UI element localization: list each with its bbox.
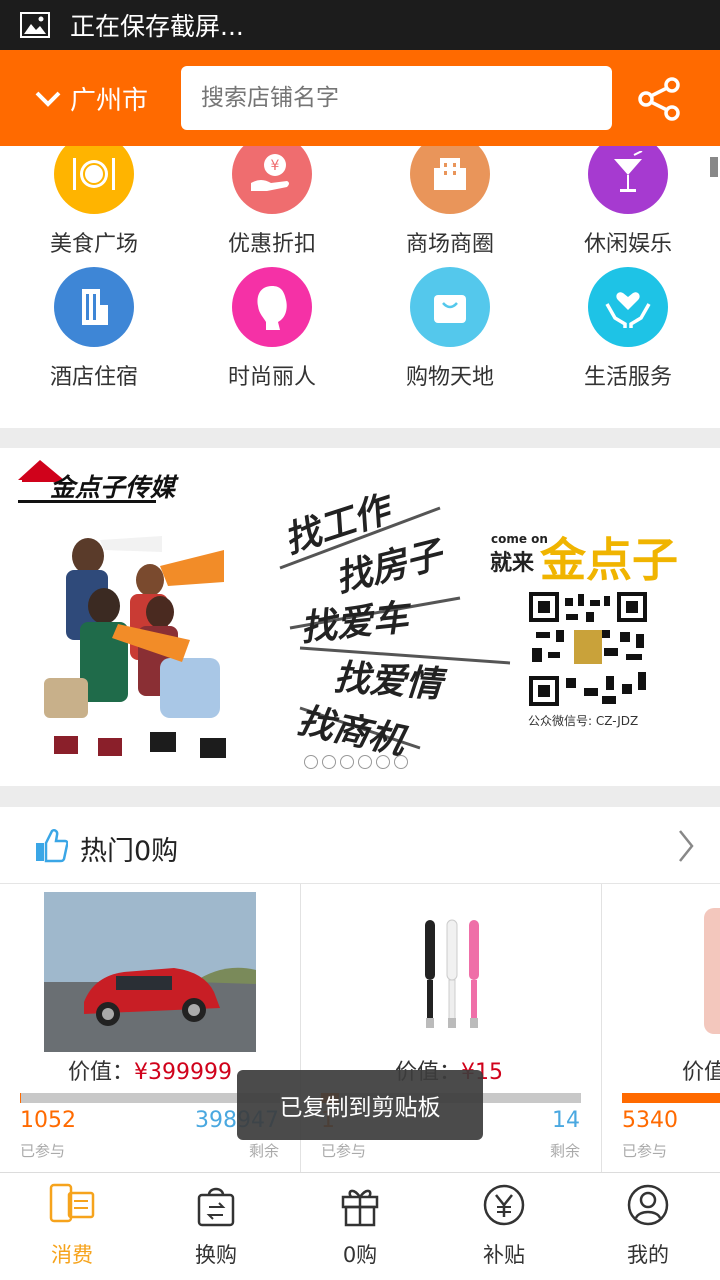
tab-zero-buy[interactable]: 0购 (288, 1173, 432, 1280)
joined-count: 5340 (622, 1108, 678, 1133)
carousel-dot[interactable] (340, 755, 354, 769)
thumbs-up-icon (36, 828, 68, 863)
category-mall[interactable]: 商场商圈 (370, 146, 530, 258)
tab-exchange[interactable]: 换购 (144, 1173, 288, 1280)
joined-label: 已参与 (622, 1142, 668, 1160)
shopping-bag-icon (410, 267, 490, 347)
category-shopping[interactable]: 购物天地 (370, 267, 530, 391)
city-selector[interactable]: 广州市 (34, 80, 148, 117)
progress-fill (622, 1093, 720, 1103)
category-label: 商场商圈 (405, 232, 494, 257)
progress-fill (20, 1093, 21, 1103)
product-image-car (44, 892, 256, 1052)
chevron-down-icon (35, 91, 61, 107)
remaining-label: 剩余 (549, 1142, 580, 1160)
tab-consume[interactable]: 消费 (0, 1173, 144, 1280)
heart-hands-icon (588, 267, 668, 347)
promo-banner[interactable]: 金点子传媒 找工作 找房子 找爱车 找爱情 找商机 come on 就来 金点子… (0, 448, 720, 786)
section-divider (0, 786, 720, 807)
banner-brand: 金点子 (540, 533, 678, 587)
product-image-usb-lamps (425, 919, 479, 1028)
category-grid: 美食广场 ¥ 优惠折扣 商场商圈 休闲娱乐 酒店住宿 时尚丽人 购物天地 生活服… (0, 146, 720, 428)
cocktail-icon (588, 146, 668, 214)
category-label: 时尚丽人 (227, 365, 316, 390)
joined-label: 已参与 (321, 1142, 367, 1160)
category-label: 优惠折扣 (227, 232, 316, 257)
top-bar: 广州市 (0, 50, 720, 146)
carousel-dot[interactable] (358, 755, 372, 769)
chevron-right-icon[interactable] (676, 829, 696, 863)
product-card[interactable]: 价值 5340 已参与 (602, 884, 720, 1172)
category-life-service[interactable]: 生活服务 (548, 267, 708, 391)
status-bar: 正在保存截屏... (0, 0, 720, 50)
user-icon (627, 1184, 669, 1226)
product-value: 价值 (682, 1060, 720, 1085)
city-label: 广州市 (70, 86, 149, 116)
progress-bar (622, 1093, 720, 1103)
woman-profile-icon (232, 267, 312, 347)
category-label: 酒店住宿 (49, 365, 138, 390)
section-divider (0, 428, 720, 448)
tab-label: 我的 (627, 1243, 669, 1267)
yuan-circle-icon (483, 1184, 525, 1226)
remaining-label: 剩余 (248, 1142, 279, 1160)
banner-slogan: 找爱情 (332, 657, 444, 706)
category-beauty[interactable]: 时尚丽人 (192, 267, 352, 391)
mall-building-icon (410, 146, 490, 214)
image-icon (20, 12, 50, 38)
scroll-indicator (710, 157, 718, 177)
status-text: 正在保存截屏... (70, 12, 244, 41)
phone-card-icon (49, 1183, 95, 1223)
share-icon[interactable] (636, 76, 684, 122)
banner-jiulai: 就来 (490, 551, 535, 576)
exchange-bag-icon (197, 1187, 235, 1227)
carousel-dot[interactable] (322, 755, 336, 769)
yuan-hand-icon: ¥ (232, 146, 312, 214)
gift-icon (341, 1189, 379, 1227)
category-hotel[interactable]: 酒店住宿 (14, 267, 174, 391)
tab-subsidy[interactable]: 补贴 (432, 1173, 576, 1280)
hot-section-header[interactable]: 热门0购 (0, 807, 720, 884)
banner-wechat: 公众微信号: CZ-JDZ (528, 714, 639, 728)
joined-count: 1052 (20, 1108, 76, 1133)
search-input[interactable] (181, 66, 612, 130)
bottom-tab-bar: 消费 换购 0购 补贴 我的 (0, 1172, 720, 1280)
category-leisure[interactable]: 休闲娱乐 (548, 146, 708, 258)
tab-mine[interactable]: 我的 (576, 1173, 720, 1280)
svg-text:¥: ¥ (271, 158, 280, 174)
banner-logo-underline (18, 500, 156, 503)
tab-label: 0购 (342, 1243, 378, 1267)
remaining-count: 14 (552, 1108, 580, 1133)
category-label: 休闲娱乐 (583, 232, 672, 257)
product-image-phone (704, 908, 720, 1034)
tab-label: 补贴 (483, 1243, 525, 1267)
hotel-building-icon (54, 267, 134, 347)
category-label: 生活服务 (583, 365, 672, 390)
category-label: 购物天地 (405, 365, 494, 390)
carousel-dot[interactable] (304, 755, 318, 769)
toast-message: 已复制到剪贴板 (237, 1070, 483, 1140)
carousel-dot[interactable] (394, 755, 408, 769)
product-value: 价值：¥399999 (68, 1060, 232, 1085)
hot-section-title: 热门0购 (80, 836, 179, 867)
tab-label: 消费 (51, 1243, 93, 1267)
dining-icon (54, 146, 134, 214)
category-label: 美食广场 (49, 232, 138, 257)
carousel-dots[interactable] (304, 755, 408, 769)
joined-label: 已参与 (20, 1142, 66, 1160)
category-food[interactable]: 美食广场 (14, 146, 174, 258)
carousel-dot[interactable] (376, 755, 390, 769)
category-discount[interactable]: ¥ 优惠折扣 (192, 146, 352, 258)
banner-logo: 金点子传媒 (50, 473, 176, 502)
tab-label: 换购 (195, 1243, 237, 1267)
